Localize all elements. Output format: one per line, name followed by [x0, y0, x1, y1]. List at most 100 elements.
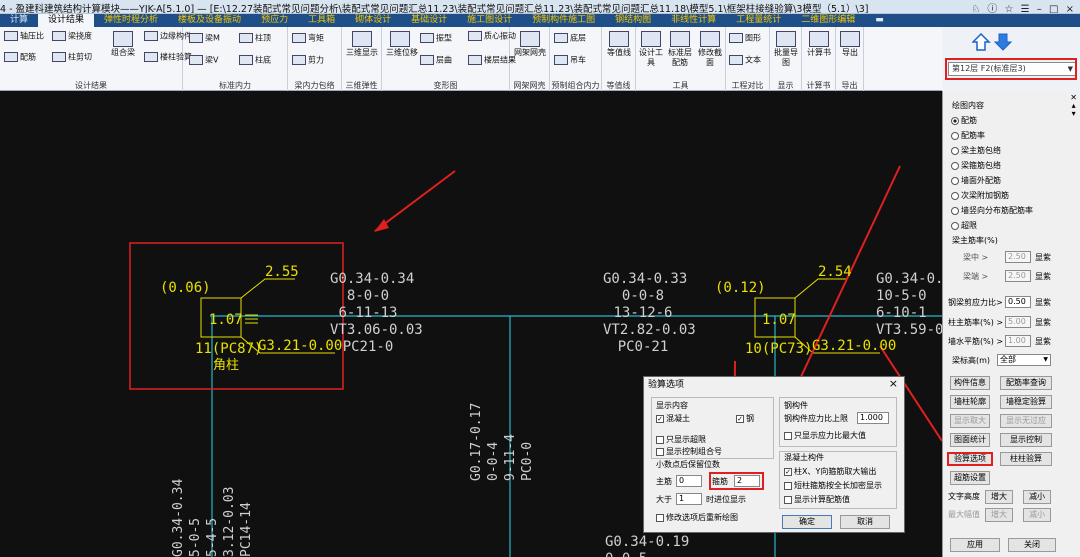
batch-export-button[interactable]: 批量导图 [772, 31, 800, 68]
envelope-moment-button[interactable]: 弯矩 [292, 33, 324, 44]
radio-option[interactable]: 次梁附加钢筋 [951, 188, 1071, 203]
menu-tab[interactable]: 计算 [0, 14, 38, 27]
main-bar-input[interactable]: 0 [676, 475, 702, 487]
menu-tab[interactable]: 钢结构图 [605, 14, 661, 27]
crane-button[interactable]: 吊车 [554, 55, 586, 66]
radio-option[interactable]: 梁主筋包络 [951, 143, 1071, 158]
mode-shape-button[interactable]: 振型 [420, 33, 452, 44]
calcbook-button[interactable]: 计算书 [804, 31, 834, 58]
3d-displacement-button[interactable]: 三维位移 [386, 31, 418, 58]
column-shear-button[interactable]: 柱剪切 [52, 52, 92, 63]
export-button[interactable]: 导出 [838, 31, 862, 58]
menu-tab[interactable]: ▬ [865, 14, 894, 27]
axial-ratio-button[interactable]: 轴压比 [4, 31, 44, 42]
close-button[interactable]: 关闭 [1008, 538, 1056, 552]
beam-mid-show[interactable]: 显紫 [1035, 253, 1051, 263]
radio-option[interactable]: 梁箍筋包络 [951, 158, 1071, 173]
col-ratio-input[interactable]: 5.00 [1005, 316, 1031, 328]
menu-tab[interactable]: 砌体设计 [345, 14, 401, 27]
xy-stirrup-checkbox[interactable]: ✓ 柱X、Y向箍筋取大输出 [784, 467, 876, 477]
beam-deflection-button[interactable]: 梁挠度 [52, 31, 92, 42]
concrete-checkbox[interactable]: ✓ 混凝土 [656, 414, 690, 424]
wall-ratio-input[interactable]: 1.00 [1005, 335, 1031, 347]
beam-mid-input[interactable]: 2.50 [1005, 251, 1031, 263]
text-decrease-button[interactable]: 减小 [1023, 490, 1051, 504]
3d-display-button[interactable]: 三维显示 [345, 31, 379, 58]
radio-option[interactable]: 超限 [951, 218, 1071, 233]
only-over-checkbox[interactable]: 只显示超限 [656, 435, 706, 445]
wall-col-outline-button[interactable]: 墙柱轮廓 [950, 395, 990, 409]
reinforcement-button[interactable]: 配筋 [4, 52, 36, 63]
elevation-select[interactable]: 全部 ▼ [997, 354, 1051, 366]
amp-increase-button[interactable]: 增大 [985, 508, 1013, 522]
beam-v-button[interactable]: 梁V [189, 55, 218, 66]
redraw-checkbox[interactable]: 修改选项后重新绘图 [656, 513, 738, 523]
amp-decrease-button[interactable]: 减小 [1023, 508, 1051, 522]
radio-option[interactable]: 墙面外配筋 [951, 173, 1071, 188]
graphic-compare-button[interactable]: 图形 [729, 33, 761, 44]
steel-limit-input[interactable]: 1.000 [857, 412, 889, 424]
col-top-button[interactable]: 柱顶 [239, 33, 271, 44]
menu-tab[interactable]: 二维图形编辑 [791, 14, 865, 27]
menu-tab[interactable]: 工具箱 [298, 14, 345, 27]
menu-tab[interactable]: 预制构件施工图 [522, 14, 605, 27]
check-options-button[interactable]: 验算选项 [947, 452, 993, 466]
menu-tab[interactable]: 预应力 [251, 14, 298, 27]
panel-controls[interactable]: ✕ ▴ ▾ [1070, 94, 1077, 118]
label: 梁V [205, 55, 219, 65]
wall-stability-button[interactable]: 墙稳定验算 [1000, 395, 1052, 409]
radio-option[interactable]: 墙竖向分布筋配筋率 [951, 203, 1071, 218]
beam-m-button[interactable]: 梁M [189, 33, 220, 44]
beam-end-input[interactable]: 2.50 [1005, 270, 1031, 282]
chart-stats-button[interactable]: 图面统计 [950, 433, 990, 447]
greater-input[interactable]: 1 [676, 493, 702, 505]
menu-tab[interactable]: 基础设计 [401, 14, 457, 27]
col-bottom-button[interactable]: 柱底 [239, 55, 271, 66]
rebar-ratio-query-button[interactable]: 配筋率查询 [1000, 376, 1052, 390]
modify-section-button[interactable]: 修改截面 [696, 31, 724, 68]
ok-button[interactable]: 确定 [782, 515, 832, 529]
apply-button[interactable]: 应用 [950, 538, 1000, 552]
steel-only-max-checkbox[interactable]: 只显示应力比最大值 [784, 431, 866, 441]
column-check-button[interactable]: 柱柱验算 [1000, 452, 1052, 466]
steel-ratio-show[interactable]: 显紫 [1035, 298, 1051, 308]
menu-tab[interactable]: 弹性时程分析 [94, 14, 168, 27]
std-floor-rebar-button[interactable]: 标准层配筋 [666, 31, 694, 68]
floor-results-button[interactable]: 楼层结果 [468, 55, 516, 66]
radio-option[interactable]: 配筋 [951, 113, 1071, 128]
menu-tab[interactable]: 工程量统计 [726, 14, 791, 27]
display-control-button[interactable]: 显示控制 [1000, 433, 1052, 447]
centroid-vibration-button[interactable]: 质心振动 [468, 31, 516, 42]
buckling-button[interactable]: 层曲 [420, 55, 452, 66]
steel-ratio-input[interactable]: 0.50 [1005, 296, 1031, 308]
menu-tab[interactable]: 施工图设计 [457, 14, 522, 27]
menu-tab[interactable]: 设计结果 [38, 14, 95, 27]
cancel-button[interactable]: 取消 [840, 515, 890, 529]
show-no-cover-button[interactable]: 显示无过应 [1000, 414, 1052, 428]
bottom-layer-button[interactable]: 底层 [554, 33, 586, 44]
close-icon[interactable]: × [889, 378, 898, 389]
text-compare-button[interactable]: 文本 [729, 55, 761, 66]
joint-stirrup-checkbox[interactable]: 短柱箍筋按全长加密显示 [784, 481, 882, 491]
show-max-button[interactable]: 显示取大 [950, 414, 990, 428]
member-info-button[interactable]: 构件信息 [950, 376, 990, 390]
design-tools-button[interactable]: 设计工具 [638, 31, 664, 68]
composite-beam-button[interactable]: 组合梁 [108, 31, 138, 58]
col-ratio-show[interactable]: 显紫 [1035, 318, 1051, 328]
beam-end-show[interactable]: 显紫 [1035, 272, 1051, 282]
floor-up-down-icon[interactable] [972, 33, 1012, 51]
menu-tab[interactable]: 非线性计算 [661, 14, 726, 27]
over-rebar-settings-button[interactable]: 超筋设置 [950, 471, 990, 485]
steel-checkbox[interactable]: ✓ 钢 [736, 414, 754, 424]
envelope-shear-button[interactable]: 剪力 [292, 55, 324, 66]
radio-option[interactable]: 配筋率 [951, 128, 1071, 143]
show-calc-checkbox[interactable]: 显示计算配筋值 [784, 495, 850, 505]
contour-button[interactable]: 等值线 [604, 31, 634, 58]
text-increase-button[interactable]: 增大 [985, 490, 1013, 504]
window-controls[interactable]: ♘ ⓘ ☆ ☰ – □ × [971, 0, 1076, 13]
grid-shell-button[interactable]: 网架网壳 [513, 31, 547, 58]
elevation-value: 全部 [1000, 355, 1016, 364]
menu-tab[interactable]: 楼板及设备振动 [168, 14, 251, 27]
wall-ratio-show[interactable]: 显紫 [1035, 337, 1051, 347]
show-combo-checkbox[interactable]: 显示控制组合号 [656, 447, 722, 457]
